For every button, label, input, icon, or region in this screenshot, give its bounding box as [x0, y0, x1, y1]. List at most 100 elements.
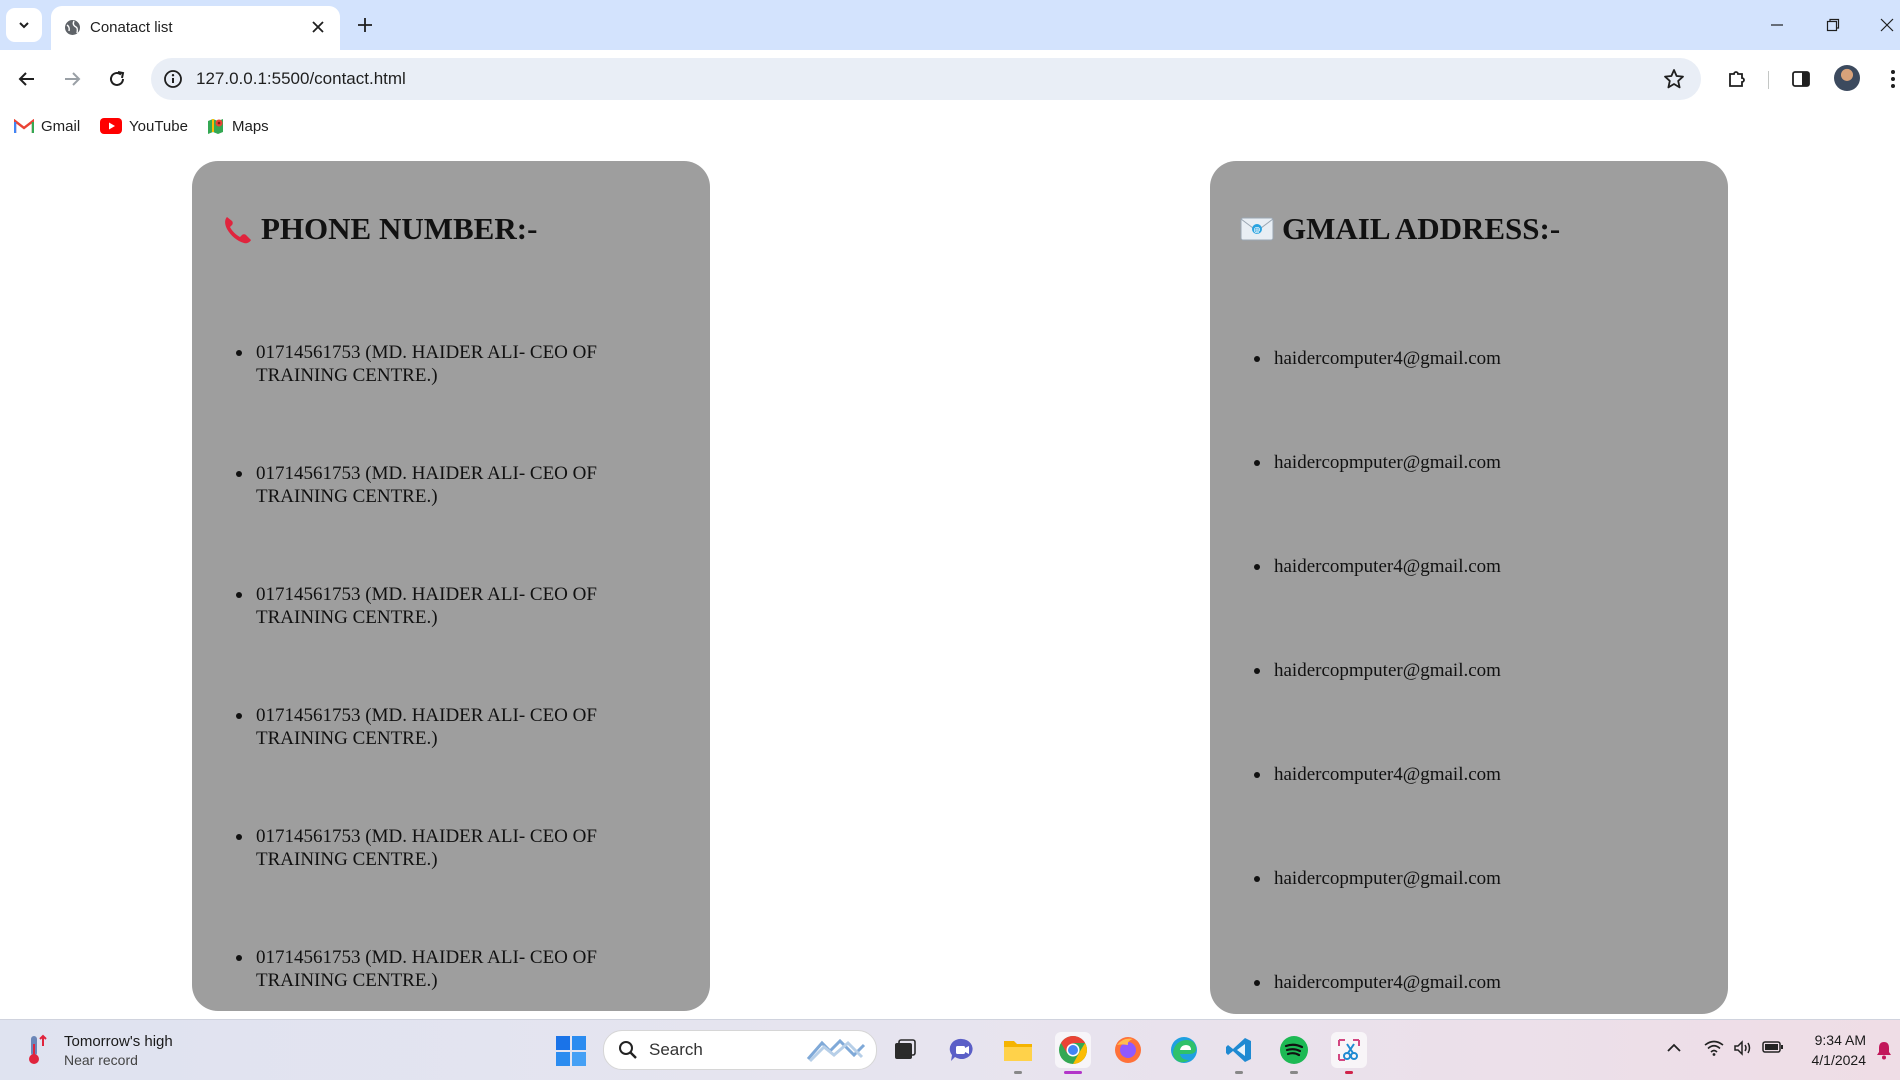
- phone-list-item: 01714561753 (MD. HAIDER ALI- CEO OF TRAI…: [234, 341, 664, 462]
- envelope-icon: @: [1240, 216, 1274, 242]
- minimize-button[interactable]: [1762, 12, 1792, 38]
- tab-contact-list[interactable]: Conatact list: [51, 6, 340, 50]
- search-placeholder: Search: [649, 1040, 703, 1059]
- gmail-address-panel: @ GMAIL ADDRESS:- haidercomputer4@gmail.…: [1210, 161, 1728, 1014]
- start-button[interactable]: [556, 1036, 586, 1071]
- arrow-left-icon: [18, 72, 34, 86]
- plus-icon: [358, 18, 372, 32]
- task-view-icon: [895, 1039, 916, 1059]
- back-button[interactable]: [12, 64, 42, 94]
- chat-icon: [949, 1038, 973, 1061]
- edge-icon: [1171, 1037, 1197, 1063]
- vscode-icon: [1226, 1038, 1251, 1062]
- notification-bell-icon[interactable]: [1876, 1040, 1892, 1065]
- folder-icon: [1004, 1041, 1032, 1061]
- telephone-receiver-icon: [222, 214, 253, 245]
- bookmark-star-icon[interactable]: [1663, 68, 1685, 95]
- side-panel-button[interactable]: [1786, 64, 1816, 94]
- taskbar-snipping-tool[interactable]: [1331, 1032, 1367, 1074]
- site-info-icon[interactable]: [163, 69, 183, 94]
- weather-title: Tomorrow's high: [64, 1033, 173, 1050]
- search-icon: [618, 1040, 638, 1065]
- taskbar-file-explorer[interactable]: [1000, 1032, 1036, 1074]
- puzzle-icon: [1729, 71, 1745, 87]
- address-bar[interactable]: 127.0.0.1:5500/contact.html: [151, 58, 1701, 100]
- system-clock[interactable]: 9:34 AM 4/1/2024: [1790, 1030, 1867, 1070]
- battery-icon[interactable]: [1762, 1040, 1784, 1059]
- phone-number-panel: PHONE NUMBER:- 01714561753 (MD. HAIDER A…: [192, 161, 710, 1011]
- volume-icon[interactable]: [1733, 1040, 1753, 1061]
- taskbar-spotify[interactable]: [1276, 1032, 1312, 1074]
- arrow-right-icon: [65, 72, 81, 86]
- profile-avatar[interactable]: [1834, 65, 1860, 91]
- new-tab-button[interactable]: [352, 12, 378, 38]
- gmail-list-item: haidercomputer4@gmail.com: [1252, 763, 1682, 867]
- bookmark-maps[interactable]: Maps: [206, 115, 269, 137]
- close-tab-icon[interactable]: [306, 15, 330, 39]
- wifi-icon[interactable]: [1704, 1040, 1724, 1061]
- maps-icon: [208, 118, 223, 134]
- taskbar-vscode[interactable]: [1221, 1032, 1257, 1074]
- close-icon: [1880, 18, 1894, 32]
- browser-toolbar: 127.0.0.1:5500/contact.html: [0, 50, 1900, 108]
- chevron-up-icon[interactable]: [1666, 1040, 1682, 1061]
- bookmark-label: Gmail: [41, 117, 81, 135]
- phone-list-item: 01714561753 (MD. HAIDER ALI- CEO OF TRAI…: [234, 704, 664, 825]
- bookmarks-bar: Gmail YouTube Maps: [0, 108, 1900, 144]
- gmail-list-item: haidercopmputer@gmail.com: [1252, 659, 1682, 763]
- bookmark-gmail[interactable]: Gmail: [14, 115, 80, 137]
- taskbar-firefox[interactable]: [1110, 1032, 1146, 1068]
- bookmark-youtube[interactable]: YouTube: [100, 115, 188, 137]
- gmail-heading: @ GMAIL ADDRESS:-: [1240, 211, 1560, 247]
- minimize-icon: [1771, 24, 1783, 26]
- windows-logo-icon: [556, 1036, 586, 1066]
- browser-menu-button[interactable]: [1878, 64, 1900, 94]
- side-panel-icon: [1792, 71, 1810, 87]
- tab-strip: Conatact list: [0, 0, 1900, 50]
- phone-list-item: 01714561753 (MD. HAIDER ALI- CEO OF TRAI…: [234, 825, 664, 946]
- svg-text:@: @: [1254, 226, 1261, 234]
- restore-icon: [1826, 18, 1840, 32]
- bookmark-label: Maps: [232, 117, 269, 135]
- forward-button[interactable]: [57, 64, 87, 94]
- taskbar-edge[interactable]: [1166, 1032, 1202, 1068]
- running-indicator: [1235, 1071, 1243, 1074]
- reload-button[interactable]: [102, 64, 132, 94]
- phone-list-item: 01714561753 (MD. HAIDER ALI- CEO OF TRAI…: [234, 583, 664, 704]
- running-indicator: [1014, 1071, 1022, 1074]
- gmail-icon: [14, 118, 34, 133]
- active-indicator: [1064, 1071, 1082, 1074]
- tab-search-button[interactable]: [6, 8, 42, 42]
- taskbar: Tomorrow's high Near record Search 9:34 …: [0, 1019, 1900, 1080]
- more-vertical-icon: [1891, 70, 1895, 88]
- taskbar-chrome[interactable]: [1055, 1032, 1091, 1074]
- restore-button[interactable]: [1818, 12, 1848, 38]
- youtube-icon: [100, 118, 122, 134]
- gmail-list: haidercomputer4@gmail.com haidercopmpute…: [1252, 347, 1682, 1075]
- taskbar-search[interactable]: Search: [603, 1030, 877, 1070]
- close-window-button[interactable]: [1872, 12, 1900, 38]
- taskbar-teams[interactable]: [944, 1032, 980, 1068]
- chevron-down-icon: [19, 22, 29, 29]
- spotify-icon: [1280, 1036, 1308, 1064]
- weather-subtitle: Near record: [64, 1052, 138, 1068]
- gmail-list-item: haidercomputer4@gmail.com: [1252, 347, 1682, 451]
- reload-icon: [110, 71, 125, 86]
- gmail-list-item: haidercopmputer@gmail.com: [1252, 451, 1682, 555]
- snipping-tool-icon: [1338, 1039, 1360, 1061]
- gmail-list-item: haidercopmputer@gmail.com: [1252, 867, 1682, 971]
- taskbar-task-view[interactable]: [887, 1032, 923, 1068]
- gmail-heading-text: GMAIL ADDRESS:-: [1282, 211, 1561, 246]
- extensions-button[interactable]: [1722, 64, 1752, 94]
- gmail-list-item: haidercomputer4@gmail.com: [1252, 555, 1682, 659]
- phone-list: 01714561753 (MD. HAIDER ALI- CEO OF TRAI…: [234, 341, 664, 1067]
- firefox-icon: [1115, 1037, 1141, 1063]
- chrome-icon: [1059, 1036, 1087, 1064]
- clock-date: 4/1/2024: [1811, 1052, 1867, 1068]
- bookmark-label: YouTube: [129, 117, 188, 135]
- weather-widget[interactable]: Tomorrow's high Near record: [24, 1032, 173, 1070]
- running-indicator: [1290, 1071, 1298, 1074]
- phone-heading: PHONE NUMBER:-: [222, 211, 537, 247]
- url-text[interactable]: 127.0.0.1:5500/contact.html: [196, 69, 406, 89]
- recording-indicator: [1345, 1071, 1353, 1074]
